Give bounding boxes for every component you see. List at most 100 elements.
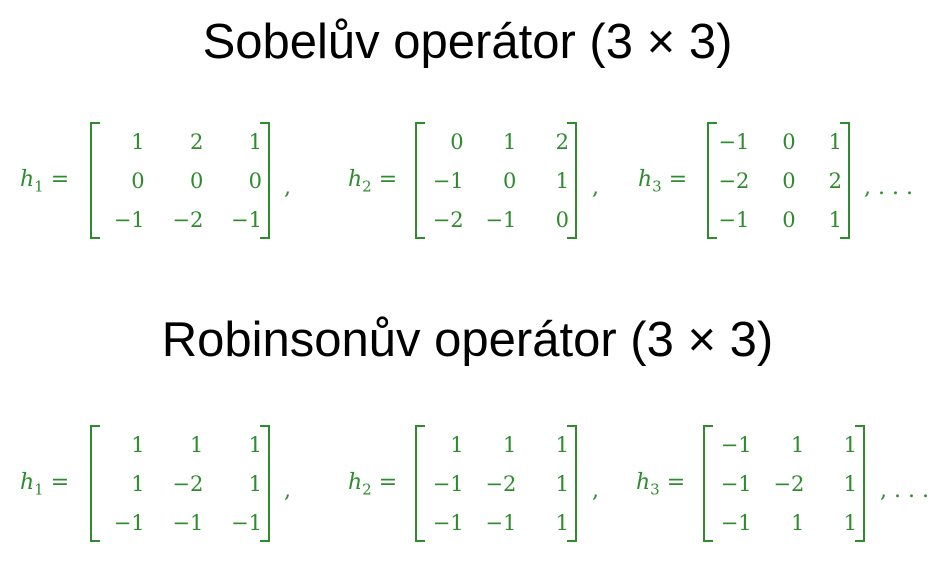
matrix-row: −1 1 1 [705,425,863,464]
robinson-h2-matrix: 1 1 1 −1 −2 1 −1 −1 1 [415,425,577,542]
matrix-row: 0 0 0 [92,161,268,200]
matrix-cell: −1 [231,207,262,232]
matrix-row: −1 −2 −1 [92,200,268,239]
sobel-h1-matrix: 1 2 1 0 0 0 −1 −2 −1 [90,122,270,239]
sobel-equations: h1 = 1 2 1 0 0 0 −1 −2 −1, h2 = 0 1 2 −1 0 1 −2 −1 0, h3 = −1… [0,117,935,247]
matrix-cell: −1 [113,510,145,535]
matrix-row: −1 −1 1 [417,503,575,542]
matrix-cell: 1 [555,510,569,535]
matrix-cell: −2 [172,207,204,232]
matrix-cell: 0 [555,207,569,232]
matrix-cell: 2 [189,129,204,154]
var-subscript: 3 [652,177,662,196]
matrix-cell: 0 [248,168,262,193]
bracket-serif [705,540,713,542]
sobel-h2-lhs: h2 = [348,167,397,195]
equals-sign: = [43,470,70,495]
sobel-h3-trailing: , . . . [864,175,913,200]
var-label: h [348,167,363,192]
equals-sign: = [371,470,398,495]
var-label: h [20,167,35,192]
bracket-serif [92,237,100,239]
var-label: h [20,470,35,495]
sobel-h3-lhs: h3 = [638,167,687,195]
matrix-row: −1 1 1 [705,503,863,542]
sobel-h1-lhs: h1 = [20,167,69,195]
matrix-cell: −1 [485,510,517,535]
matrix-row: −1 −2 1 [705,464,863,503]
robinson-h2-lhs: h2 = [348,470,397,498]
bracket-serif [855,425,863,427]
matrix-cell: 0 [189,168,204,193]
equals-sign: = [661,167,688,192]
matrix-cell: 2 [555,129,569,154]
matrix-row: −1 −1 −1 [92,503,268,542]
matrix-cell: 1 [502,129,517,154]
bracket-serif [567,237,575,239]
bracket-serif [417,425,425,427]
matrix-cell: 1 [131,432,145,457]
robinson-h2-trailing: , [592,478,599,503]
bracket-serif [260,540,268,542]
matrix-cell: −1 [485,207,517,232]
bracket-serif [260,122,268,124]
bracket-serif [92,122,100,124]
matrix-cell: −2 [485,471,517,496]
matrix-cell: 2 [828,168,842,193]
var-label: h [636,470,651,495]
robinson-h3-trailing: , . . . [880,478,929,503]
matrix-cell: 0 [782,129,796,154]
bracket-serif [705,425,713,427]
sobel-h2-trailing: , [592,175,599,200]
bracket-serif [417,540,425,542]
matrix-cell: −2 [432,207,464,232]
matrix-cell: 1 [131,471,145,496]
matrix-row: 0 1 2 [417,122,575,161]
matrix-cell: 1 [248,432,262,457]
matrix-row: −1 0 1 [709,122,848,161]
var-subscript: 3 [650,480,660,499]
bracket-serif [709,237,717,239]
bracket-serif [567,122,575,124]
bracket-serif [567,425,575,427]
bracket-serif [92,425,100,427]
matrix-row: −1 0 1 [709,200,848,239]
bracket-serif [840,122,848,124]
matrix-cell: 1 [450,432,464,457]
matrix-cell: 0 [450,129,464,154]
matrix-cell: −2 [773,471,805,496]
robinson-equations: h1 = 1 1 1 1 −2 1 −1 −1 −1, h2 = 1 1 1 −1 −2 1 −1 −1 1, h3 =… [0,420,935,550]
matrix-cell: 1 [131,129,145,154]
sobel-h2-matrix: 0 1 2 −1 0 1 −2 −1 0 [415,122,577,239]
matrix-row: −2 0 2 [709,161,848,200]
matrix-cell: 1 [555,471,569,496]
robinson-title: Robinsonův operátor (3 × 3) [161,313,774,367]
matrix-row: −2 −1 0 [417,200,575,239]
equals-sign: = [43,167,70,192]
robinson-h1-matrix: 1 1 1 1 −2 1 −1 −1 −1 [90,425,270,542]
matrix-cell: −1 [113,207,145,232]
matrix-cell: 1 [843,471,857,496]
matrix-cell: −1 [172,510,204,535]
bracket-serif [709,122,717,124]
matrix-cell: 0 [502,168,517,193]
var-subscript: 1 [34,177,44,196]
matrix-cell: −1 [720,432,752,457]
bracket-serif [260,425,268,427]
matrix-cell: 0 [782,207,796,232]
robinson-h1-lhs: h1 = [20,470,69,498]
matrix-row: 1 1 1 [92,425,268,464]
matrix-row: 1 2 1 [92,122,268,161]
matrix-cell: 1 [189,432,204,457]
matrix-cell: 0 [782,168,796,193]
robinson-h3-matrix: −1 1 1 −1 −2 1 −1 1 1 [703,425,865,542]
bracket-serif [567,540,575,542]
matrix-row: −1 0 1 [417,161,575,200]
var-subscript: 2 [362,177,372,196]
matrix-row: 1 1 1 [417,425,575,464]
bracket-serif [260,237,268,239]
matrix-cell: 1 [555,432,569,457]
matrix-row: −1 −2 1 [417,464,575,503]
bracket-serif [92,540,100,542]
matrix-cell: 1 [843,432,857,457]
